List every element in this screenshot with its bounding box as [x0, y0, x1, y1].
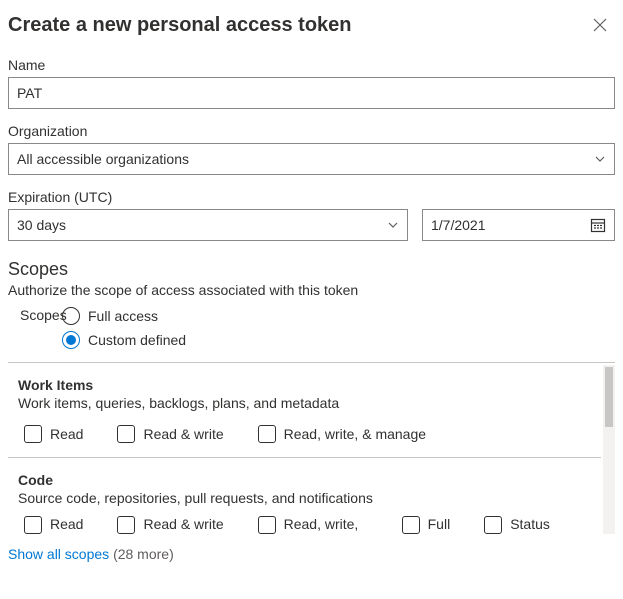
scope-title: Code — [18, 472, 601, 488]
scopes-subtext: Authorize the scope of access associated… — [8, 282, 615, 298]
checkbox[interactable] — [24, 425, 42, 443]
close-button[interactable] — [589, 14, 611, 39]
name-label: Name — [8, 57, 615, 73]
checkbox[interactable] — [117, 425, 135, 443]
perm-item[interactable]: Read & write — [117, 516, 223, 534]
chevron-down-icon — [594, 153, 606, 165]
organization-select[interactable]: All accessible organizations — [8, 143, 615, 175]
expiration-value: 30 days — [17, 217, 66, 233]
checkbox[interactable] — [402, 516, 420, 534]
expiration-select[interactable]: 30 days — [8, 209, 408, 241]
checkbox[interactable] — [24, 516, 42, 534]
scopes-radio-group: Scopes Full access Custom defined — [8, 304, 615, 352]
expiration-label: Expiration (UTC) — [8, 189, 615, 205]
scopes-heading: Scopes — [8, 259, 615, 280]
perm-item[interactable]: Read — [24, 516, 83, 534]
scope-group-code: Code Source code, repositories, pull req… — [8, 458, 601, 534]
perm-item[interactable]: Full — [402, 516, 451, 534]
checkbox[interactable] — [258, 425, 276, 443]
radio-custom-defined-label: Custom defined — [88, 332, 186, 348]
chevron-down-icon — [387, 219, 399, 231]
scope-group-work-items: Work Items Work items, queries, backlogs… — [8, 363, 601, 458]
scope-title: Work Items — [18, 377, 601, 393]
checkbox[interactable] — [117, 516, 135, 534]
perm-item[interactable]: Read, write, & manage — [258, 425, 426, 443]
scope-desc: Work items, queries, backlogs, plans, an… — [18, 395, 601, 411]
scopes-radio-label: Scopes — [20, 307, 67, 323]
scrollbar[interactable] — [603, 365, 615, 534]
scope-list: Work Items Work items, queries, backlogs… — [8, 362, 615, 534]
perm-item[interactable]: Read — [24, 425, 83, 443]
checkbox[interactable] — [484, 516, 502, 534]
organization-label: Organization — [8, 123, 615, 139]
checkbox[interactable] — [258, 516, 276, 534]
organization-value: All accessible organizations — [17, 151, 189, 167]
scope-desc: Source code, repositories, pull requests… — [18, 490, 601, 506]
perm-item[interactable]: Read, write, & manage — [258, 516, 368, 534]
show-all-scopes-link[interactable]: Show all scopes — [8, 546, 109, 562]
scopes-count: (28 more) — [113, 546, 174, 562]
scrollbar-thumb[interactable] — [605, 367, 613, 427]
expiration-date-input[interactable]: 1/7/2021 — [422, 209, 615, 241]
perm-item[interactable]: Status — [484, 516, 550, 534]
dialog-title: Create a new personal access token — [8, 14, 352, 37]
radio-custom-defined[interactable] — [62, 331, 80, 349]
perm-item[interactable]: Read & write — [117, 425, 223, 443]
name-input[interactable] — [8, 77, 615, 109]
expiration-date-value: 1/7/2021 — [431, 217, 486, 233]
close-icon — [593, 18, 607, 32]
calendar-icon — [590, 217, 606, 233]
radio-full-access-label: Full access — [88, 308, 158, 324]
